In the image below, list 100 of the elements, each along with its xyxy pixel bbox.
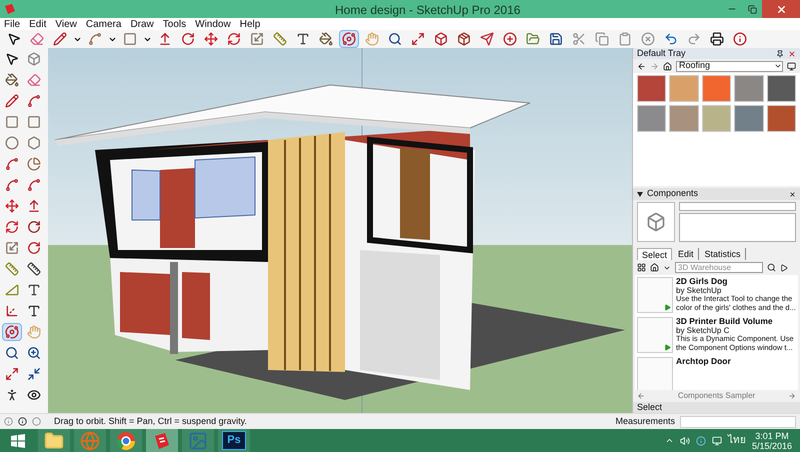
material-swatch[interactable] xyxy=(734,75,764,102)
menu-item[interactable]: Help xyxy=(240,16,260,32)
panel-tab[interactable]: Statistics xyxy=(700,248,746,260)
rectangle-icon xyxy=(5,115,19,129)
app-logo-icon xyxy=(4,3,16,15)
tape-measure-icon xyxy=(273,32,287,46)
delete-icon xyxy=(641,32,655,46)
view-options-icon[interactable] xyxy=(637,263,646,272)
pencil-icon xyxy=(53,32,67,46)
picture-icon xyxy=(188,430,208,450)
taskbar-app-button[interactable] xyxy=(38,429,70,452)
search-field[interactable]: 3D Warehouse xyxy=(675,262,763,273)
collapse-triangle-icon[interactable] xyxy=(637,192,643,196)
measurements-field[interactable] xyxy=(680,416,796,428)
printer-icon xyxy=(710,32,724,46)
zoom-icon xyxy=(388,32,402,46)
material-swatch[interactable] xyxy=(702,75,732,102)
look-around-icon xyxy=(27,388,41,402)
material-swatch[interactable] xyxy=(669,105,699,132)
home-icon[interactable] xyxy=(650,263,659,272)
protractor-icon xyxy=(5,283,19,297)
component-title: 2D Girls Dog xyxy=(676,277,728,286)
material-swatch[interactable] xyxy=(734,105,764,132)
library-dropdown[interactable]: Roofing xyxy=(676,60,783,72)
material-swatch[interactable] xyxy=(669,75,699,102)
move-icon xyxy=(204,32,218,46)
folder-icon xyxy=(44,430,64,450)
eraser-icon xyxy=(27,73,41,87)
info-icon xyxy=(733,32,747,46)
orbit-icon xyxy=(342,32,356,46)
language-indicator[interactable]: ไทย xyxy=(728,433,746,448)
open-folder-icon xyxy=(526,32,540,46)
scissors-icon xyxy=(572,32,586,46)
search-icon[interactable] xyxy=(767,263,776,272)
copy-icon xyxy=(595,32,609,46)
select-arrow-icon xyxy=(7,32,21,46)
menu-item[interactable]: View xyxy=(55,16,77,32)
dropdown-caret-icon xyxy=(774,62,782,70)
dynamic-component-icon xyxy=(664,304,671,311)
info-icon[interactable] xyxy=(18,417,27,426)
speaker-icon[interactable] xyxy=(680,436,690,446)
back-arrow-icon[interactable] xyxy=(637,62,646,70)
undo-icon xyxy=(664,32,678,46)
tape-measure-icon xyxy=(5,262,19,276)
taskbar-app-button[interactable] xyxy=(110,429,142,452)
material-swatch[interactable] xyxy=(637,75,666,102)
material-swatch[interactable] xyxy=(766,105,796,132)
zoom-icon xyxy=(5,346,19,360)
collapsed-panel-header[interactable]: Select xyxy=(633,402,800,413)
rectangle-icon xyxy=(123,32,137,46)
material-swatch[interactable] xyxy=(702,105,732,132)
orbit-icon xyxy=(5,325,19,339)
app-label: Ps xyxy=(222,431,246,450)
rotate-icon xyxy=(227,32,241,46)
forward-arrow-icon[interactable] xyxy=(788,392,796,400)
material-swatch[interactable] xyxy=(637,105,666,132)
component-title: 3D Printer Build Volume xyxy=(676,317,774,326)
cube-icon xyxy=(646,212,666,232)
menu-item[interactable]: Draw xyxy=(130,16,154,32)
pie-icon xyxy=(27,157,41,171)
taskbar-app-button[interactable] xyxy=(146,429,178,452)
dynamic-component-icon xyxy=(664,344,671,351)
component-item[interactable]: Archtop Door xyxy=(635,355,798,390)
menu-item[interactable]: File xyxy=(4,16,20,32)
zoom-window-icon xyxy=(27,346,41,360)
pan-hand-icon xyxy=(27,325,41,339)
menu-item[interactable]: Tools xyxy=(162,16,186,32)
menu-item[interactable]: Camera xyxy=(86,16,122,32)
zoom-extents-icon xyxy=(5,367,19,381)
text-icon xyxy=(27,283,41,297)
tray-overflow-icon[interactable] xyxy=(664,436,674,445)
component-title: Archtop Door xyxy=(676,357,731,366)
polygon-icon xyxy=(27,136,41,150)
name-field[interactable] xyxy=(679,202,796,211)
close-icon[interactable] xyxy=(789,190,796,198)
status-hint: Drag to orbit. Shift = Pan, Ctrl = suspend gravity. xyxy=(54,414,247,428)
paint-bucket-icon xyxy=(5,73,19,87)
close-button[interactable] xyxy=(762,0,800,18)
eraser-icon xyxy=(30,32,44,46)
paste-icon xyxy=(618,32,632,46)
menu-item[interactable]: Window xyxy=(195,16,231,32)
taskbar-app-button[interactable]: Ps xyxy=(218,429,250,452)
clock[interactable]: 3:01 PM 5/15/2016 xyxy=(752,430,792,450)
walk-icon xyxy=(5,388,19,402)
restore-icon xyxy=(748,4,756,14)
material-swatch[interactable] xyxy=(766,75,796,102)
arc-icon xyxy=(88,32,102,46)
text-icon xyxy=(296,32,310,46)
description-field[interactable] xyxy=(679,213,796,242)
pin-icon[interactable] xyxy=(776,50,784,58)
menu-item[interactable]: Edit xyxy=(29,16,46,32)
rotate-icon xyxy=(5,220,19,234)
home-icon[interactable] xyxy=(663,62,672,70)
move-icon xyxy=(5,199,19,213)
select-arrow-icon xyxy=(5,52,19,66)
component-icon xyxy=(27,52,41,66)
panel-tab[interactable]: Select xyxy=(637,248,672,260)
windows-logo-icon xyxy=(11,434,25,448)
paint-bucket-icon xyxy=(319,32,333,46)
panel-tab[interactable]: Edit xyxy=(674,248,699,260)
